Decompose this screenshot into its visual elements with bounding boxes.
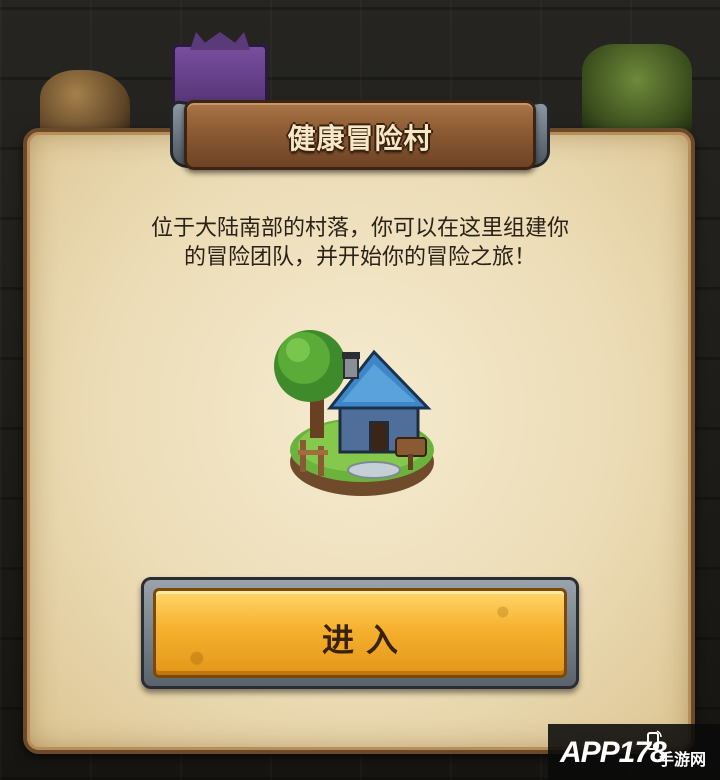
enter-button-label: 进入 <box>321 621 410 659</box>
village-house-icon <box>274 330 434 496</box>
description-line-1: 位于大陆南部的村落，你可以在这里组建你 <box>150 216 569 241</box>
dialog-description: 位于大陆南部的村落，你可以在这里组建你 的冒险团队，并开始你的冒险之旅！ <box>70 214 650 272</box>
dialog-title: 健康冒险村 <box>287 122 433 155</box>
watermark-suffix: 手游网 <box>658 750 707 769</box>
watermark: APP178 手游网 <box>548 724 720 780</box>
title-plaque: 健康冒险村 <box>184 100 536 170</box>
enter-button[interactable]: 进入 <box>153 588 567 678</box>
background-green-monster <box>582 44 692 134</box>
description-line-2: 的冒险团队，并开始你的冒险之旅！ <box>183 245 536 270</box>
